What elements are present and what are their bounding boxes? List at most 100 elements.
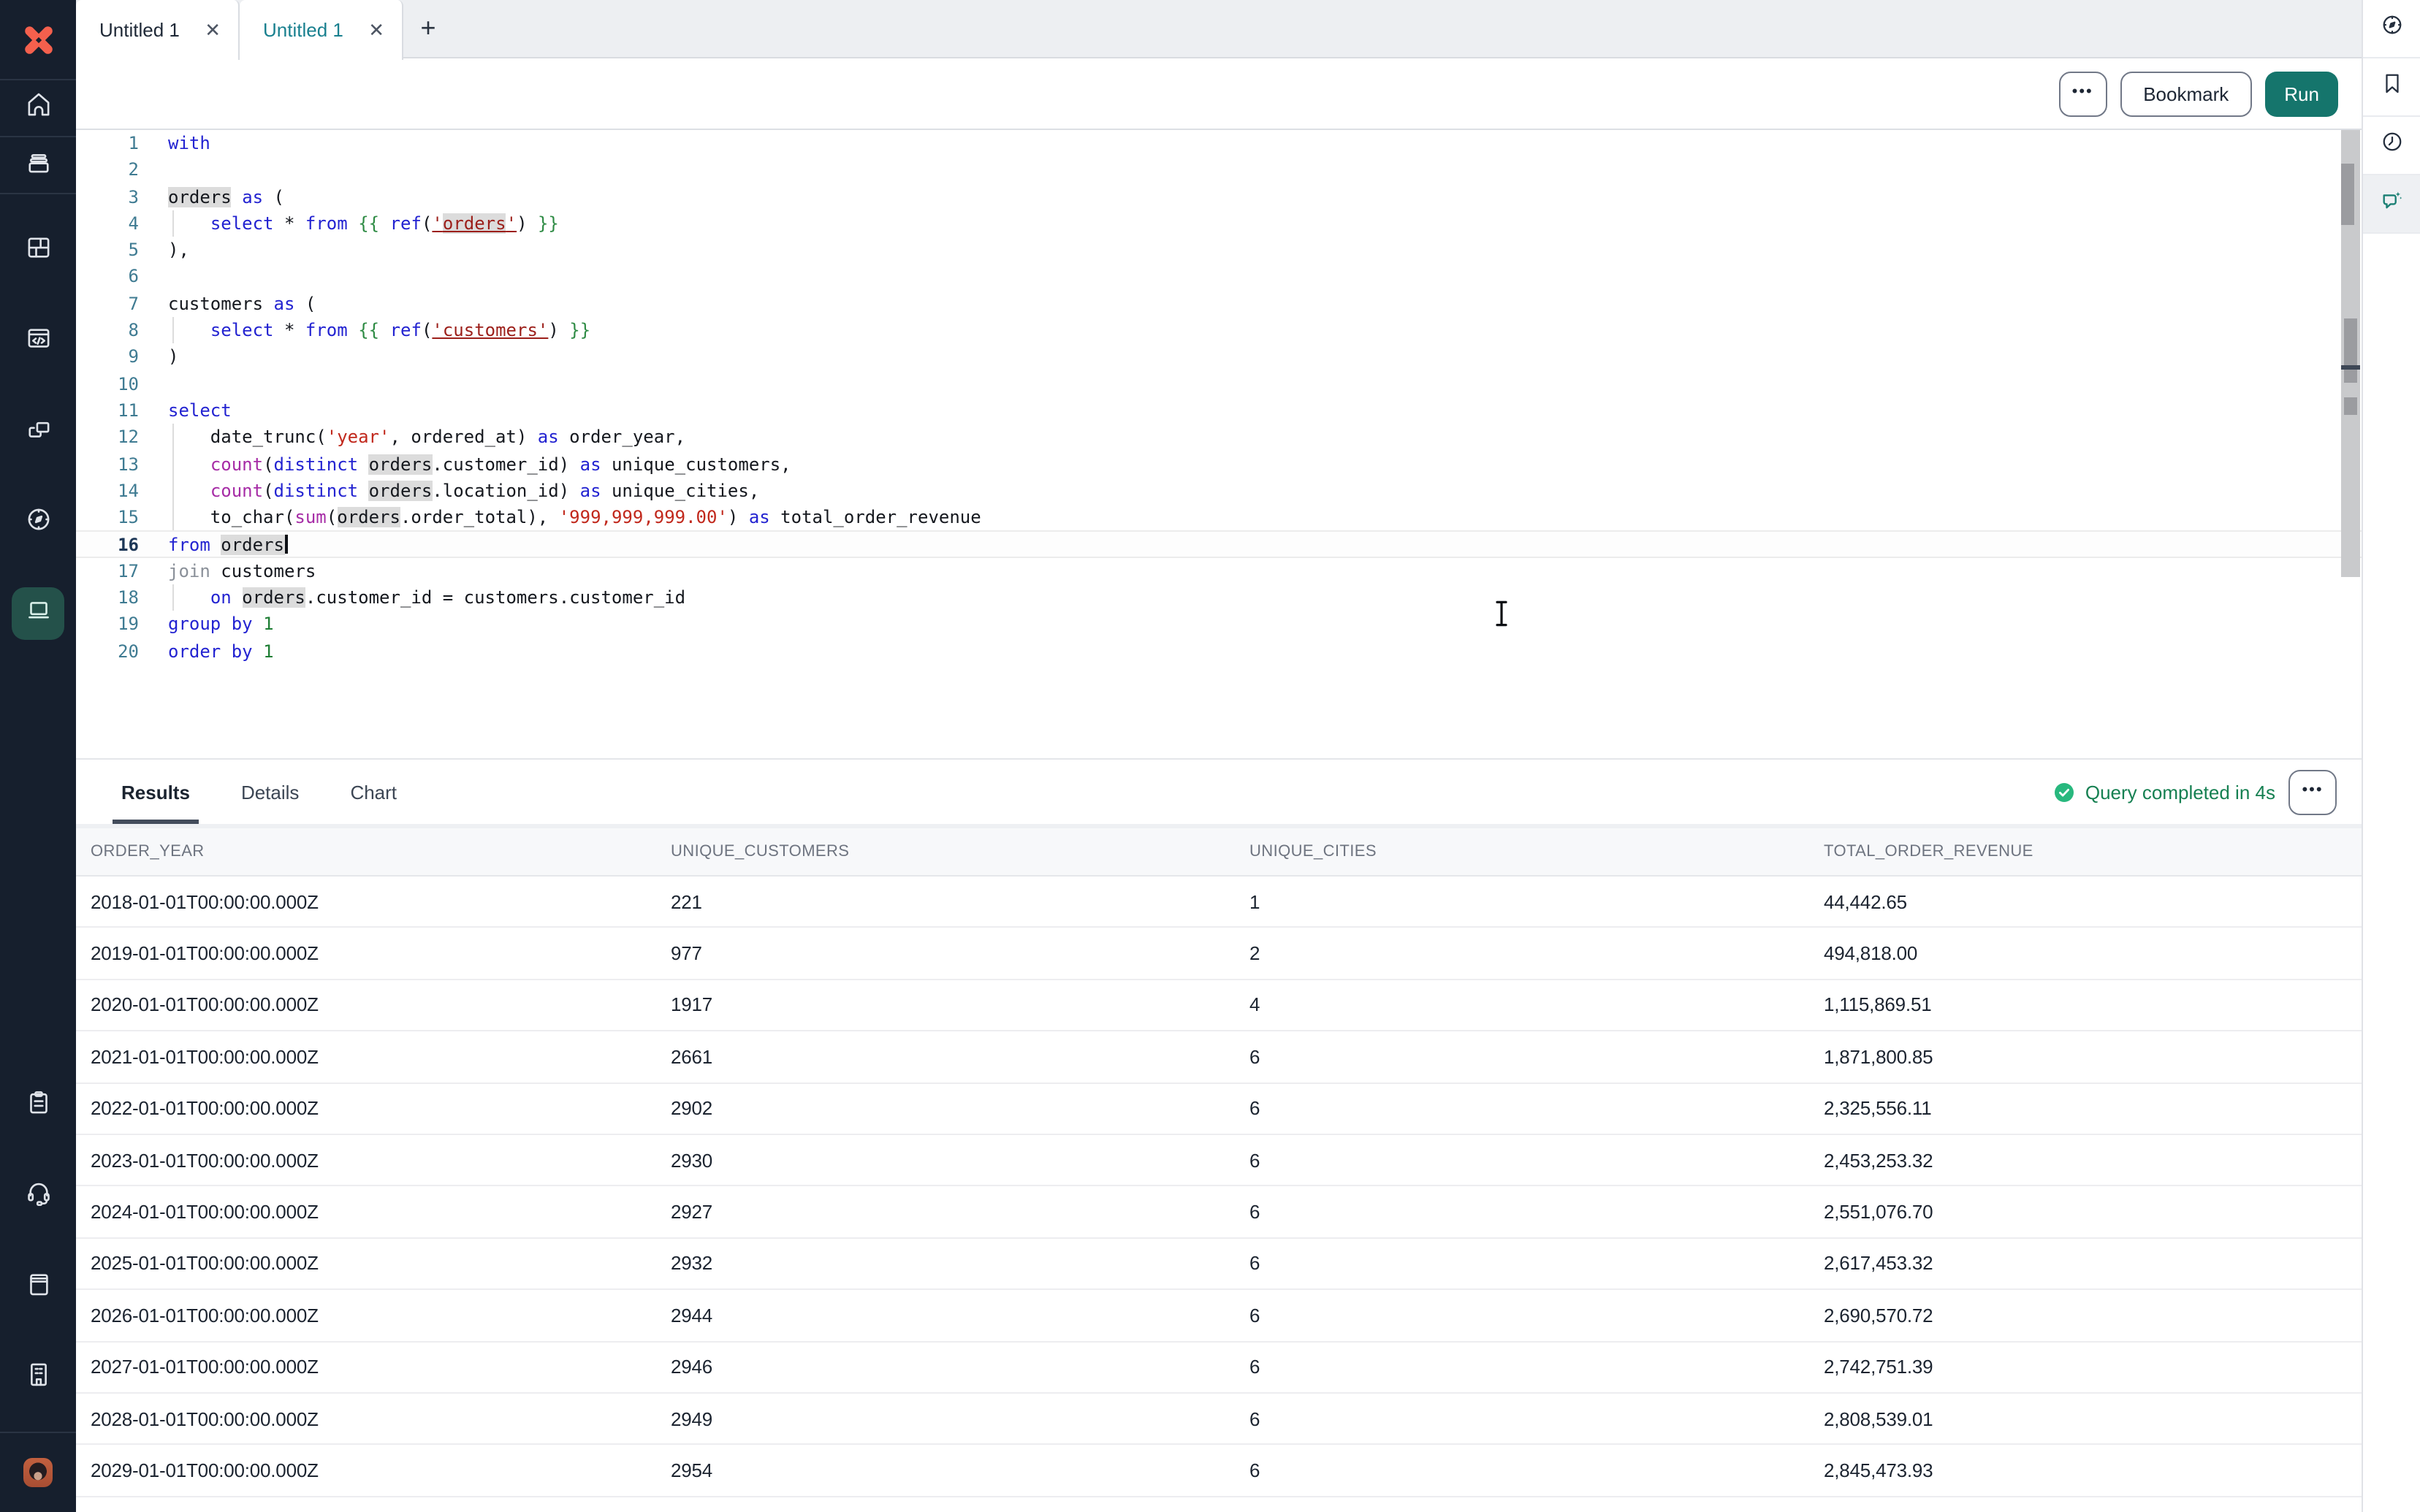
table-cell: 4 (1249, 994, 1824, 1016)
table-cell: 2932 (671, 1253, 1249, 1275)
sidebar-item-ai-assistant[interactable] (2363, 175, 2420, 234)
column-header[interactable]: TOTAL_ORDER_REVENUE (1824, 843, 2362, 860)
user-menu[interactable] (0, 1433, 76, 1512)
editor-toolbar: ••• Bookmark Run (76, 58, 2362, 130)
tab-untitled-1[interactable]: Untitled 1 ✕ (76, 0, 240, 60)
indent-guide (172, 210, 174, 237)
code-line: 2 (76, 157, 2362, 184)
sidebar-item-changelog[interactable] (0, 1061, 76, 1151)
sidebar-item-apps[interactable] (0, 206, 76, 297)
sidebar-item-explore-right[interactable] (2363, 0, 2420, 58)
scroll-mark (2344, 318, 2357, 365)
tab-results[interactable]: Results (113, 760, 199, 824)
editor-scrollbar[interactable] (2341, 130, 2360, 577)
line-number: 4 (76, 210, 168, 237)
sidebar-item-collections[interactable] (0, 137, 76, 194)
sql-editor[interactable]: 1with23orders as (4 select * from {{ ref… (76, 130, 2362, 758)
scroll-mark (2344, 397, 2357, 415)
new-tab-button[interactable]: + (403, 0, 453, 57)
table-cell: 2026-01-01T00:00:00.000Z (91, 1305, 671, 1326)
line-number: 16 (76, 532, 168, 557)
bookmark-icon (2378, 70, 2405, 104)
table-row[interactable]: 2023-01-01T00:00:00.000Z293062,453,253.3… (76, 1135, 2362, 1187)
code-line: 14 count(distinct orders.location_id) as… (76, 478, 2362, 505)
tab-details[interactable]: Details (232, 760, 308, 824)
table-cell: 6 (1249, 1408, 1824, 1429)
tab-label: Untitled 1 (99, 19, 202, 41)
indent-guide (172, 504, 174, 531)
sidebar-item-history[interactable] (2363, 117, 2420, 175)
table-row[interactable]: 2018-01-01T00:00:00.000Z221144,442.65 (76, 877, 2362, 928)
line-number: 6 (76, 264, 168, 291)
column-header[interactable]: UNIQUE_CITIES (1249, 843, 1824, 860)
table-row[interactable]: 2029-01-01T00:00:00.000Z295462,845,473.9… (76, 1446, 2362, 1497)
column-header[interactable]: UNIQUE_CUSTOMERS (671, 843, 1249, 860)
headset-icon (23, 1177, 53, 1215)
results-tab-bar: Results Details Chart Query completed in… (76, 760, 2362, 824)
table-cell: 2949 (671, 1408, 1249, 1429)
text-caret (284, 535, 287, 554)
sidebar-item-explore[interactable] (0, 478, 76, 568)
hex-logo[interactable] (0, 0, 76, 80)
sidebar-item-components[interactable] (0, 387, 76, 478)
right-sidebar (2362, 0, 2420, 1512)
code-line: 5), (76, 237, 2362, 264)
table-cell: 2018-01-01T00:00:00.000Z (91, 890, 671, 912)
close-icon[interactable]: ✕ (365, 18, 387, 42)
code-lines: 1with23orders as (4 select * from {{ ref… (76, 130, 2362, 665)
table-cell: 2020-01-01T00:00:00.000Z (91, 994, 671, 1016)
user-avatar (23, 1458, 53, 1487)
table-row[interactable]: 2030-01-01T00:00:00.000Z287961,841,049.3… (76, 1497, 2362, 1512)
tab-label: Chart (350, 781, 397, 803)
line-number: 3 (76, 183, 168, 210)
table-cell: 2021-01-01T00:00:00.000Z (91, 1046, 671, 1068)
table-cell: 2,551,076.70 (1824, 1201, 2362, 1223)
table-cell: 2954 (671, 1459, 1249, 1481)
bookmark-button[interactable]: Bookmark (2120, 71, 2252, 116)
compass-icon (2378, 12, 2405, 45)
sidebar-item-terminal[interactable] (0, 568, 76, 659)
results-panel: Results Details Chart Query completed in… (76, 758, 2362, 1512)
results-more-button[interactable]: ••• (2288, 769, 2337, 814)
table-cell: 2,617,453.32 (1824, 1253, 2362, 1275)
table-cell: 6 (1249, 1201, 1824, 1223)
sidebar-item-code[interactable] (0, 297, 76, 387)
run-button[interactable]: Run (2265, 71, 2338, 116)
sidebar-item-organization[interactable] (0, 1332, 76, 1423)
close-icon[interactable]: ✕ (202, 18, 224, 42)
sidebar-item-bookmarks[interactable] (2363, 58, 2420, 117)
table-cell: 2,325,556.11 (1824, 1098, 2362, 1120)
line-number: 13 (76, 451, 168, 478)
table-row[interactable]: 2025-01-01T00:00:00.000Z293262,617,453.3… (76, 1238, 2362, 1290)
table-row[interactable]: 2020-01-01T00:00:00.000Z191741,115,869.5… (76, 980, 2362, 1032)
table-cell: 6 (1249, 1305, 1824, 1326)
indent-guide (172, 317, 174, 344)
sidebar-item-home[interactable] (0, 80, 76, 137)
line-number: 8 (76, 317, 168, 344)
column-header[interactable]: ORDER_YEAR (91, 843, 671, 860)
line-number: 1 (76, 130, 168, 157)
line-number: 14 (76, 478, 168, 505)
tab-chart[interactable]: Chart (341, 760, 406, 824)
table-row[interactable]: 2022-01-01T00:00:00.000Z290262,325,556.1… (76, 1083, 2362, 1135)
windows-icon (23, 413, 53, 451)
table-row[interactable]: 2028-01-01T00:00:00.000Z294962,808,539.0… (76, 1394, 2362, 1446)
history-clock-icon (2378, 129, 2405, 162)
sidebar-item-docs[interactable] (0, 1242, 76, 1332)
table-row[interactable]: 2026-01-01T00:00:00.000Z294462,690,570.7… (76, 1290, 2362, 1342)
indent-guide (172, 451, 174, 478)
line-number: 12 (76, 424, 168, 451)
table-row[interactable]: 2027-01-01T00:00:00.000Z294662,742,751.3… (76, 1342, 2362, 1394)
table-row[interactable]: 2019-01-01T00:00:00.000Z9772494,818.00 (76, 928, 2362, 980)
line-number: 19 (76, 611, 168, 638)
more-options-button[interactable]: ••• (2058, 71, 2107, 116)
table-row[interactable]: 2021-01-01T00:00:00.000Z266161,871,800.8… (76, 1031, 2362, 1083)
tab-untitled-2[interactable]: Untitled 1 ✕ (240, 0, 403, 60)
laptop-icon (23, 595, 53, 633)
home-icon (23, 89, 53, 127)
indent-guide (172, 584, 174, 611)
sidebar-item-support[interactable] (0, 1151, 76, 1242)
table-row[interactable]: 2024-01-01T00:00:00.000Z292762,551,076.7… (76, 1187, 2362, 1239)
code-line: 19group by 1 (76, 611, 2362, 638)
table-cell: 977 (671, 942, 1249, 964)
